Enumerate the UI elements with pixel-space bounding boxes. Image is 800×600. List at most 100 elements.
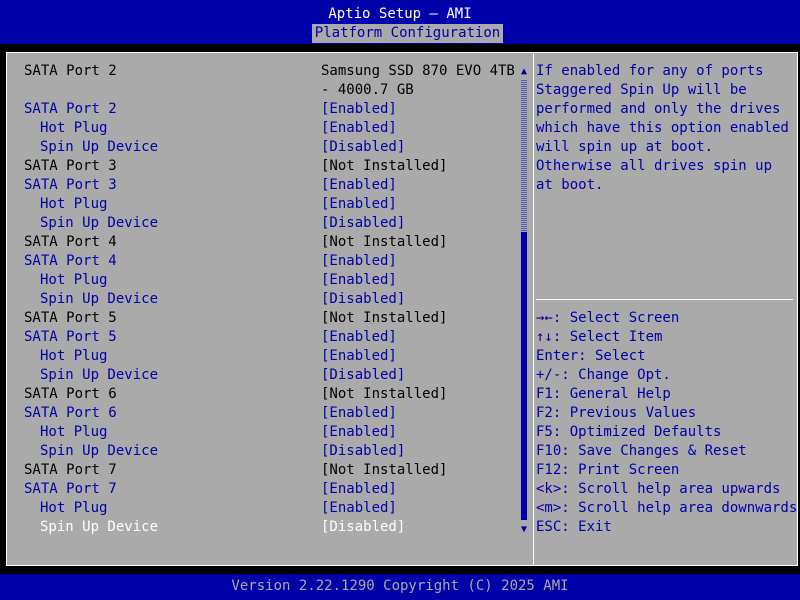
setting-row: SATA Port 2 Samsung SSD 870 EVO 4TB - 4000… <box>24 62 524 100</box>
setting-value[interactable]: [Enabled] <box>321 328 397 347</box>
setting-label: SATA Port 3 <box>24 158 117 174</box>
scroll-down-icon[interactable]: ▼ <box>519 524 529 536</box>
setting-label: SATA Port 3 <box>24 177 117 193</box>
setting-value: [Not Installed] <box>321 462 448 478</box>
setting-row[interactable]: SATA Port 4 [Enabled] <box>24 252 524 271</box>
setting-value[interactable]: [Disabled] <box>321 290 405 309</box>
setting-value[interactable]: [Disabled] <box>321 214 405 233</box>
key-legend-item: F1: General Help <box>536 386 671 402</box>
key-legend: →←: Select Screen ↑↓: Select Item Enter: S… <box>536 309 798 537</box>
setting-label: SATA Port 7 <box>24 462 117 478</box>
setting-label: Hot Plug <box>40 424 108 440</box>
key-legend-item: →←: Select Screen <box>536 310 680 326</box>
setting-value[interactable]: [Disabled] <box>321 366 405 385</box>
key-legend-item: <m>: Scroll help area downwards <box>536 500 798 516</box>
setting-value[interactable]: [Enabled] <box>321 271 397 290</box>
setting-label: Spin Up Device <box>40 519 159 535</box>
setting-value[interactable]: [Disabled] <box>321 518 405 537</box>
help-line: at boot. <box>536 177 604 193</box>
setting-row[interactable]: Spin Up Device [Disabled] <box>24 214 524 233</box>
setting-value[interactable]: [Enabled] <box>321 499 397 518</box>
setting-label: Spin Up Device <box>40 367 159 383</box>
scroll-thumb[interactable] <box>521 232 527 520</box>
setting-row[interactable]: Hot Plug [Enabled] <box>24 347 524 366</box>
help-line: Staggered Spin Up will be <box>536 82 747 98</box>
setting-value: [Not Installed] <box>321 386 448 402</box>
setting-row[interactable]: SATA Port 5 [Enabled] <box>24 328 524 347</box>
setting-row[interactable]: Hot Plug [Enabled] <box>24 499 524 518</box>
setting-row[interactable]: Hot Plug [Enabled] <box>24 271 524 290</box>
bios-screen: Aptio Setup – AMI Platform Configuration… <box>0 0 800 600</box>
key-legend-item: F12: Print Screen <box>536 462 680 478</box>
tab-platform-configuration[interactable]: Platform Configuration <box>312 24 503 43</box>
setting-row[interactable]: Spin Up Device [Disabled] <box>24 518 524 537</box>
setting-row[interactable]: SATA Port 7 [Enabled] <box>24 480 524 499</box>
setting-row[interactable]: SATA Port 3 [Enabled] <box>24 176 524 195</box>
main-panel: SATA Port 2 Samsung SSD 870 EVO 4TB - 4000… <box>6 52 798 566</box>
setting-value[interactable]: [Enabled] <box>321 404 397 423</box>
help-divider <box>536 299 793 300</box>
help-line: Otherwise all drives spin up <box>536 158 773 174</box>
setting-row[interactable]: Spin Up Device [Disabled] <box>24 138 524 157</box>
setting-row[interactable]: Spin Up Device [Disabled] <box>24 442 524 461</box>
setting-value[interactable]: [Enabled] <box>321 100 397 119</box>
help-text: If enabled for any of ports Staggered Spi… <box>536 62 789 195</box>
setting-row: SATA Port 6 [Not Installed] <box>24 385 524 404</box>
setting-row: SATA Port 7 [Not Installed] <box>24 461 524 480</box>
setting-row: SATA Port 4 [Not Installed] <box>24 233 524 252</box>
setting-label: Hot Plug <box>40 272 108 288</box>
key-legend-item: +/-: Change Opt. <box>536 367 671 383</box>
setting-label: SATA Port 2 <box>24 63 117 79</box>
setting-row[interactable]: Spin Up Device [Disabled] <box>24 290 524 309</box>
setting-label: SATA Port 4 <box>24 253 117 269</box>
setting-label: Hot Plug <box>40 348 108 364</box>
setting-value[interactable]: [Enabled] <box>321 176 397 195</box>
help-line: will spin up at boot. <box>536 139 714 155</box>
setting-value[interactable]: [Enabled] <box>321 119 397 138</box>
setting-label: SATA Port 5 <box>24 329 117 345</box>
help-line: which have this option enabled <box>536 120 789 136</box>
setting-label: Hot Plug <box>40 120 108 136</box>
key-legend-item: F5: Optimized Defaults <box>536 424 722 440</box>
setting-row[interactable]: SATA Port 6 [Enabled] <box>24 404 524 423</box>
setting-value: [Not Installed] <box>321 158 448 174</box>
setting-row[interactable]: Hot Plug [Enabled] <box>24 195 524 214</box>
setting-label: SATA Port 5 <box>24 310 117 326</box>
setting-label: SATA Port 6 <box>24 405 117 421</box>
setting-value[interactable]: [Enabled] <box>321 252 397 271</box>
setting-value[interactable]: [Enabled] <box>321 480 397 499</box>
setting-value[interactable]: [Enabled] <box>321 195 397 214</box>
setting-label: Spin Up Device <box>40 139 159 155</box>
setting-row: SATA Port 3 [Not Installed] <box>24 157 524 176</box>
setting-row[interactable]: Hot Plug [Enabled] <box>24 119 524 138</box>
setting-value[interactable]: [Enabled] <box>321 423 397 442</box>
scrollbar[interactable]: ▲ ▼ <box>519 66 529 536</box>
title-bar: Aptio Setup – AMI Platform Configuration <box>0 0 800 44</box>
key-legend-item: F10: Save Changes & Reset <box>536 443 747 459</box>
setting-label: Spin Up Device <box>40 291 159 307</box>
setting-row[interactable]: Spin Up Device [Disabled] <box>24 366 524 385</box>
setting-row[interactable]: Hot Plug [Enabled] <box>24 423 524 442</box>
setting-value[interactable]: [Disabled] <box>321 138 405 157</box>
setting-label: SATA Port 6 <box>24 386 117 402</box>
app-title: Aptio Setup – AMI <box>328 6 472 22</box>
scroll-up-icon[interactable]: ▲ <box>519 66 529 78</box>
setting-value[interactable]: [Disabled] <box>321 442 405 461</box>
setting-row[interactable]: SATA Port 2 [Enabled] <box>24 100 524 119</box>
key-legend-item: ↑↓: Select Item <box>536 329 663 345</box>
key-legend-item: F2: Previous Values <box>536 405 697 421</box>
setting-value: [Not Installed] <box>321 310 448 326</box>
version-footer: Version 2.22.1290 Copyright (C) 2025 AMI <box>0 574 800 600</box>
key-legend-item: <k>: Scroll help area upwards <box>536 481 781 497</box>
key-legend-item: Enter: Select <box>536 348 646 364</box>
setting-value: [Not Installed] <box>321 234 448 250</box>
setting-label: Spin Up Device <box>40 215 159 231</box>
setting-value[interactable]: [Enabled] <box>321 347 397 366</box>
setting-label: SATA Port 4 <box>24 234 117 250</box>
setting-row: SATA Port 5 [Not Installed] <box>24 309 524 328</box>
setting-label: Hot Plug <box>40 500 108 516</box>
setting-label: SATA Port 7 <box>24 481 117 497</box>
setting-value-line: - 4000.7 GB <box>321 82 414 98</box>
settings-list: SATA Port 2 Samsung SSD 870 EVO 4TB - 4000… <box>24 62 524 537</box>
key-legend-item: ESC: Exit <box>536 519 612 535</box>
